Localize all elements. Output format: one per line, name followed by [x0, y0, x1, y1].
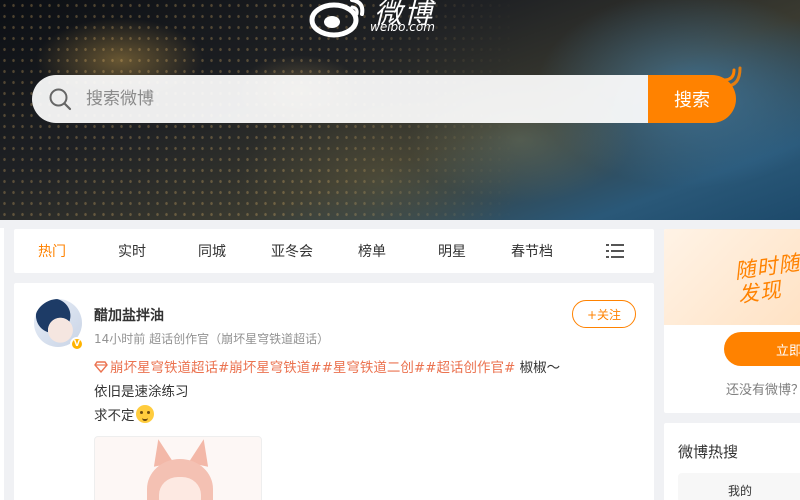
signal-icon [722, 66, 742, 88]
menu-icon[interactable] [606, 243, 624, 259]
tab-realtime[interactable]: 实时 [118, 241, 146, 261]
weibo-logo-icon [309, 0, 365, 38]
search-input[interactable] [86, 75, 626, 123]
post-topic-links[interactable]: 崩坏星穹铁道超话#崩坏星穹铁道##星穹铁道二创##超话创作官# [110, 360, 515, 376]
hot-search-title: 微博热搜 [678, 443, 739, 461]
hot-tab-mine[interactable]: 我的 [728, 482, 752, 499]
promo-banner: 随时随 发现 [664, 229, 800, 325]
tab-asian-winter-games[interactable]: 亚冬会 [271, 241, 313, 261]
hot-search-panel: 微博热搜 我的 [664, 423, 800, 500]
search-icon [49, 88, 72, 111]
tab-hot[interactable]: 热门 [38, 241, 66, 261]
follow-button[interactable]: +关注 [572, 300, 636, 328]
register-prompt[interactable]: 还没有微博？ [726, 379, 800, 398]
diamond-icon [94, 361, 108, 373]
search-box [32, 75, 648, 123]
weibo-logo[interactable]: 微博 weibo.com [308, 0, 458, 44]
logo-domain: weibo.com [370, 20, 435, 34]
verified-badge-icon: V [70, 337, 84, 351]
emoji-icon [135, 405, 154, 423]
left-nav-edge [0, 228, 4, 500]
post-text: 崩坏星穹铁道超话#崩坏星穹铁道##星穹铁道二创##超话创作官# 椒椒～ 依旧是速… [94, 356, 624, 428]
search-bar: 搜索 [32, 75, 736, 123]
post-text-suffix: 椒椒～ [515, 360, 561, 376]
feed-post: V 醋加盐拌油 14小时前 超话创作官（崩坏星穹铁道超话） +关注 崩坏星穹铁道… [14, 283, 654, 500]
post-image[interactable] [94, 436, 262, 500]
header-banner: 微博 weibo.com 搜索 [0, 0, 800, 220]
feed-tabs: 热门 实时 同城 亚冬会 榜单 明星 春节档 [14, 229, 654, 273]
tab-local[interactable]: 同城 [198, 241, 226, 261]
post-line-2: 依旧是速涂练习 [94, 384, 189, 400]
tab-celebrities[interactable]: 明星 [438, 241, 466, 261]
post-line-3: 求不定 [94, 408, 135, 424]
tab-spring-festival-films[interactable]: 春节档 [511, 241, 553, 261]
post-meta: 14小时前 超话创作官（崩坏星穹铁道超话） [94, 332, 330, 346]
promo-slogan: 随时随 发现 [733, 251, 800, 308]
post-username[interactable]: 醋加盐拌油 [94, 305, 164, 325]
login-card: 随时随 发现 立即 还没有微博？ [664, 229, 800, 413]
login-button[interactable]: 立即 [724, 332, 800, 366]
tab-rankings[interactable]: 榜单 [358, 241, 386, 261]
